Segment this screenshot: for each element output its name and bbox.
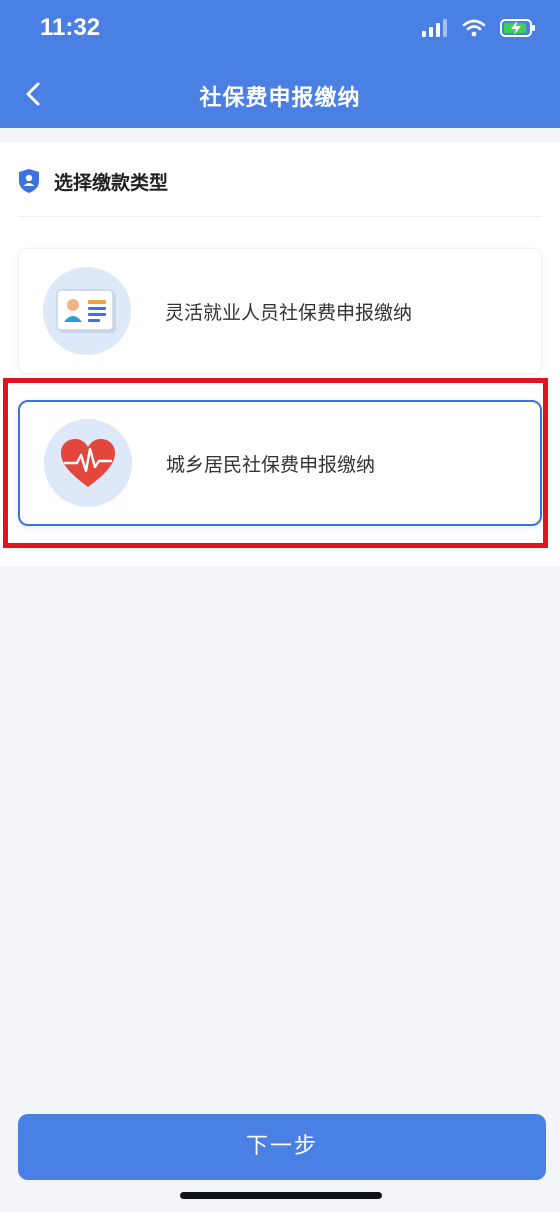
- status-icons: [422, 16, 536, 40]
- page-title: 社保费申报缴纳: [199, 86, 361, 111]
- option-icon-circle: [44, 419, 132, 507]
- wifi-icon: [462, 19, 486, 37]
- home-indicator: [180, 1192, 382, 1199]
- nav-bar: 社保费申报缴纳: [0, 62, 560, 128]
- status-time: 11:32: [40, 14, 101, 41]
- section-header: 选择缴款类型: [18, 166, 168, 196]
- signal-icon: [422, 19, 447, 37]
- battery-charging-icon: [500, 19, 535, 37]
- option-icon-circle: [43, 267, 131, 355]
- option-label: 城乡居民社保费申报缴纳: [166, 453, 376, 476]
- payment-type-card: 选择缴款类型 灵活就业人员社保费申报缴纳 城乡居民社保费申报缴纳: [0, 142, 560, 566]
- id-card-icon: [56, 289, 116, 333]
- option-label: 灵活就业人员社保费申报缴纳: [165, 301, 413, 324]
- top-header: 11:32 社保费申报缴纳: [0, 0, 560, 128]
- option-urban-rural-residents[interactable]: 城乡居民社保费申报缴纳: [18, 400, 542, 526]
- section-title: 选择缴款类型: [54, 171, 169, 194]
- heart-pulse-icon: [61, 439, 115, 487]
- status-bar: 11:32: [0, 0, 560, 58]
- option-flexible-employment[interactable]: 灵活就业人员社保费申报缴纳: [18, 248, 542, 374]
- shield-user-icon: [19, 169, 39, 193]
- divider: [18, 216, 542, 217]
- next-step-button[interactable]: 下一步: [18, 1114, 546, 1180]
